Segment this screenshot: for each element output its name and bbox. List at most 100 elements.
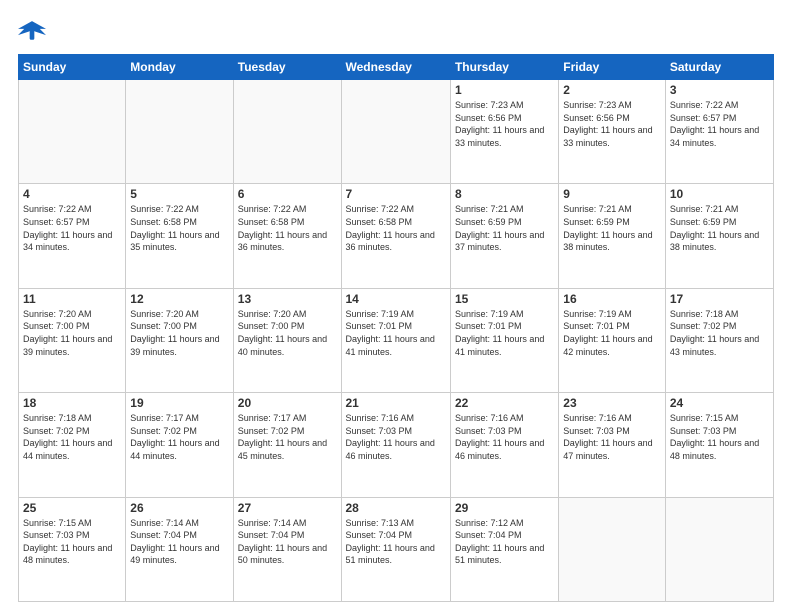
calendar-cell: 27 Sunrise: 7:14 AMSunset: 7:04 PMDayligh… [233, 497, 341, 601]
day-info: Sunrise: 7:18 AMSunset: 7:02 PMDaylight:… [670, 308, 769, 358]
calendar-cell: 5 Sunrise: 7:22 AMSunset: 6:58 PMDaylight… [126, 184, 233, 288]
weekday-wednesday: Wednesday [341, 55, 450, 80]
calendar-cell: 23 Sunrise: 7:16 AMSunset: 7:03 PMDayligh… [559, 393, 666, 497]
day-number: 22 [455, 396, 554, 410]
day-info: Sunrise: 7:19 AMSunset: 7:01 PMDaylight:… [563, 308, 661, 358]
day-number: 2 [563, 83, 661, 97]
weekday-header-row: SundayMondayTuesdayWednesdayThursdayFrid… [19, 55, 774, 80]
day-number: 20 [238, 396, 337, 410]
day-info: Sunrise: 7:22 AMSunset: 6:57 PMDaylight:… [670, 99, 769, 149]
day-info: Sunrise: 7:23 AMSunset: 6:56 PMDaylight:… [455, 99, 554, 149]
calendar-cell: 19Sunrise: 7:17 AMSunset: 7:02 PMDayligh… [126, 393, 233, 497]
day-info: Sunrise: 7:22 AMSunset: 6:58 PMDaylight:… [238, 203, 337, 253]
day-info: Sunrise: 7:19 AMSunset: 7:01 PMDaylight:… [455, 308, 554, 358]
week-row-4: 18 Sunrise: 7:18 AMSunset: 7:02 PMDayligh… [19, 393, 774, 497]
day-number: 24 [670, 396, 769, 410]
weekday-monday: Monday [126, 55, 233, 80]
calendar-cell: 8Sunrise: 7:21 AMSunset: 6:59 PMDaylight… [450, 184, 558, 288]
calendar-table: SundayMondayTuesdayWednesdayThursdayFrid… [18, 54, 774, 602]
calendar-cell: 9 Sunrise: 7:21 AMSunset: 6:59 PMDaylight… [559, 184, 666, 288]
day-number: 10 [670, 187, 769, 201]
logo [18, 18, 50, 46]
day-number: 11 [23, 292, 121, 306]
day-number: 23 [563, 396, 661, 410]
calendar-cell [126, 80, 233, 184]
calendar-cell: 25Sunrise: 7:15 AMSunset: 7:03 PMDayligh… [19, 497, 126, 601]
week-row-1: 1 Sunrise: 7:23 AMSunset: 6:56 PMDaylight… [19, 80, 774, 184]
day-number: 14 [346, 292, 446, 306]
day-number: 27 [238, 501, 337, 515]
calendar-cell: 4 Sunrise: 7:22 AMSunset: 6:57 PMDaylight… [19, 184, 126, 288]
week-row-2: 4 Sunrise: 7:22 AMSunset: 6:57 PMDaylight… [19, 184, 774, 288]
day-number: 28 [346, 501, 446, 515]
calendar-cell: 11 Sunrise: 7:20 AMSunset: 7:00 PMDayligh… [19, 288, 126, 392]
day-info: Sunrise: 7:13 AMSunset: 7:04 PMDaylight:… [346, 517, 446, 567]
day-number: 13 [238, 292, 337, 306]
day-number: 17 [670, 292, 769, 306]
day-info: Sunrise: 7:14 AMSunset: 7:04 PMDaylight:… [130, 517, 228, 567]
day-number: 19 [130, 396, 228, 410]
day-info: Sunrise: 7:16 AMSunset: 7:03 PMDaylight:… [563, 412, 661, 462]
day-number: 1 [455, 83, 554, 97]
calendar-cell [341, 80, 450, 184]
calendar-cell: 26 Sunrise: 7:14 AMSunset: 7:04 PMDayligh… [126, 497, 233, 601]
day-number: 15 [455, 292, 554, 306]
day-number: 12 [130, 292, 228, 306]
day-info: Sunrise: 7:15 AMSunset: 7:03 PMDaylight:… [670, 412, 769, 462]
calendar-cell: 17 Sunrise: 7:18 AMSunset: 7:02 PMDayligh… [665, 288, 773, 392]
day-number: 26 [130, 501, 228, 515]
logo-bird-icon [18, 18, 46, 46]
calendar-cell: 24 Sunrise: 7:15 AMSunset: 7:03 PMDayligh… [665, 393, 773, 497]
day-info: Sunrise: 7:23 AMSunset: 6:56 PMDaylight:… [563, 99, 661, 149]
day-info: Sunrise: 7:12 AMSunset: 7:04 PMDaylight:… [455, 517, 554, 567]
weekday-friday: Friday [559, 55, 666, 80]
week-row-3: 11 Sunrise: 7:20 AMSunset: 7:00 PMDayligh… [19, 288, 774, 392]
day-number: 3 [670, 83, 769, 97]
header [18, 18, 774, 46]
day-number: 29 [455, 501, 554, 515]
day-info: Sunrise: 7:22 AMSunset: 6:58 PMDaylight:… [346, 203, 446, 253]
day-number: 21 [346, 396, 446, 410]
calendar-cell: 10 Sunrise: 7:21 AMSunset: 6:59 PMDayligh… [665, 184, 773, 288]
day-number: 18 [23, 396, 121, 410]
calendar-cell: 2 Sunrise: 7:23 AMSunset: 6:56 PMDaylight… [559, 80, 666, 184]
day-info: Sunrise: 7:14 AMSunset: 7:04 PMDaylight:… [238, 517, 337, 567]
calendar-cell: 28 Sunrise: 7:13 AMSunset: 7:04 PMDayligh… [341, 497, 450, 601]
day-info: Sunrise: 7:16 AMSunset: 7:03 PMDaylight:… [455, 412, 554, 462]
calendar-cell: 29 Sunrise: 7:12 AMSunset: 7:04 PMDayligh… [450, 497, 558, 601]
calendar-cell: 20 Sunrise: 7:17 AMSunset: 7:02 PMDayligh… [233, 393, 341, 497]
day-number: 16 [563, 292, 661, 306]
calendar-cell [665, 497, 773, 601]
day-info: Sunrise: 7:15 AMSunset: 7:03 PMDaylight:… [23, 517, 121, 567]
calendar-cell: 14 Sunrise: 7:19 AMSunset: 7:01 PMDayligh… [341, 288, 450, 392]
day-number: 8 [455, 187, 554, 201]
day-info: Sunrise: 7:19 AMSunset: 7:01 PMDaylight:… [346, 308, 446, 358]
day-number: 7 [346, 187, 446, 201]
calendar-cell: 13 Sunrise: 7:20 AMSunset: 7:00 PMDayligh… [233, 288, 341, 392]
calendar-cell: 21Sunrise: 7:16 AMSunset: 7:03 PMDayligh… [341, 393, 450, 497]
day-number: 9 [563, 187, 661, 201]
day-number: 6 [238, 187, 337, 201]
day-info: Sunrise: 7:22 AMSunset: 6:58 PMDaylight:… [130, 203, 228, 253]
weekday-thursday: Thursday [450, 55, 558, 80]
day-info: Sunrise: 7:20 AMSunset: 7:00 PMDaylight:… [238, 308, 337, 358]
day-info: Sunrise: 7:18 AMSunset: 7:02 PMDaylight:… [23, 412, 121, 462]
day-info: Sunrise: 7:21 AMSunset: 6:59 PMDaylight:… [670, 203, 769, 253]
weekday-saturday: Saturday [665, 55, 773, 80]
calendar-cell: 18 Sunrise: 7:18 AMSunset: 7:02 PMDayligh… [19, 393, 126, 497]
calendar-cell: 3 Sunrise: 7:22 AMSunset: 6:57 PMDaylight… [665, 80, 773, 184]
day-info: Sunrise: 7:17 AMSunset: 7:02 PMDaylight:… [238, 412, 337, 462]
day-info: Sunrise: 7:20 AMSunset: 7:00 PMDaylight:… [130, 308, 228, 358]
day-info: Sunrise: 7:21 AMSunset: 6:59 PMDaylight:… [563, 203, 661, 253]
calendar-cell: 15 Sunrise: 7:19 AMSunset: 7:01 PMDayligh… [450, 288, 558, 392]
calendar-cell: 22 Sunrise: 7:16 AMSunset: 7:03 PMDayligh… [450, 393, 558, 497]
day-info: Sunrise: 7:22 AMSunset: 6:57 PMDaylight:… [23, 203, 121, 253]
calendar-cell [233, 80, 341, 184]
calendar-cell: 6 Sunrise: 7:22 AMSunset: 6:58 PMDaylight… [233, 184, 341, 288]
day-number: 4 [23, 187, 121, 201]
day-info: Sunrise: 7:20 AMSunset: 7:00 PMDaylight:… [23, 308, 121, 358]
calendar-page: SundayMondayTuesdayWednesdayThursdayFrid… [0, 0, 792, 612]
day-number: 5 [130, 187, 228, 201]
calendar-cell [559, 497, 666, 601]
weekday-sunday: Sunday [19, 55, 126, 80]
